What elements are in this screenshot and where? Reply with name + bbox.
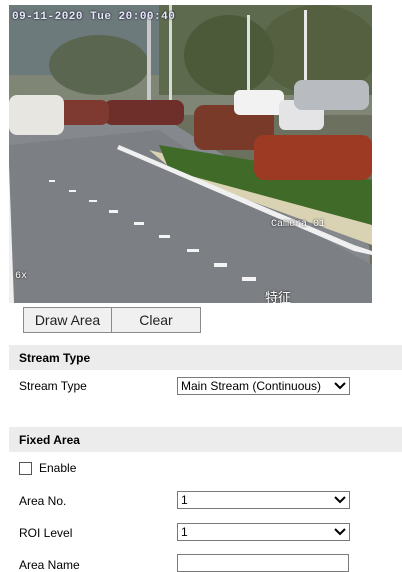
section-stream-type: Stream Type (9, 345, 402, 370)
roi-level-value: 1 (181, 525, 188, 539)
chevron-down-icon (334, 382, 346, 390)
enable-checkbox[interactable] (19, 462, 32, 475)
roi-level-label: ROI Level (19, 526, 73, 540)
draw-area-button[interactable]: Draw Area (23, 307, 112, 333)
stream-type-value: Main Stream (Continuous) (181, 379, 322, 393)
live-video-view[interactable]: 09-11-2020 Tue 20:00:40 Camera 01 6x 特征 (9, 5, 372, 303)
area-name-label: Area Name (19, 558, 80, 572)
chevron-down-icon (334, 496, 346, 504)
stream-type-label: Stream Type (19, 379, 87, 393)
stream-type-select[interactable]: Main Stream (Continuous) (177, 377, 350, 395)
osd-zoom-level: 6x (15, 271, 28, 282)
area-no-label: Area No. (19, 494, 67, 508)
osd-camera-name: Camera 01 (271, 219, 326, 230)
roi-level-select[interactable]: 1 (177, 523, 350, 541)
video-frame (9, 5, 372, 303)
enable-label: Enable (39, 461, 77, 475)
chevron-down-icon (334, 528, 346, 536)
osd-datetime: 09-11-2020 Tue 20:00:40 (12, 11, 176, 23)
area-no-value: 1 (181, 493, 188, 507)
clear-button[interactable]: Clear (111, 307, 201, 333)
area-no-select[interactable]: 1 (177, 491, 350, 509)
osd-overlay-text: 特征 (265, 291, 292, 303)
area-name-input[interactable] (177, 554, 349, 572)
section-fixed-area: Fixed Area (9, 427, 402, 452)
